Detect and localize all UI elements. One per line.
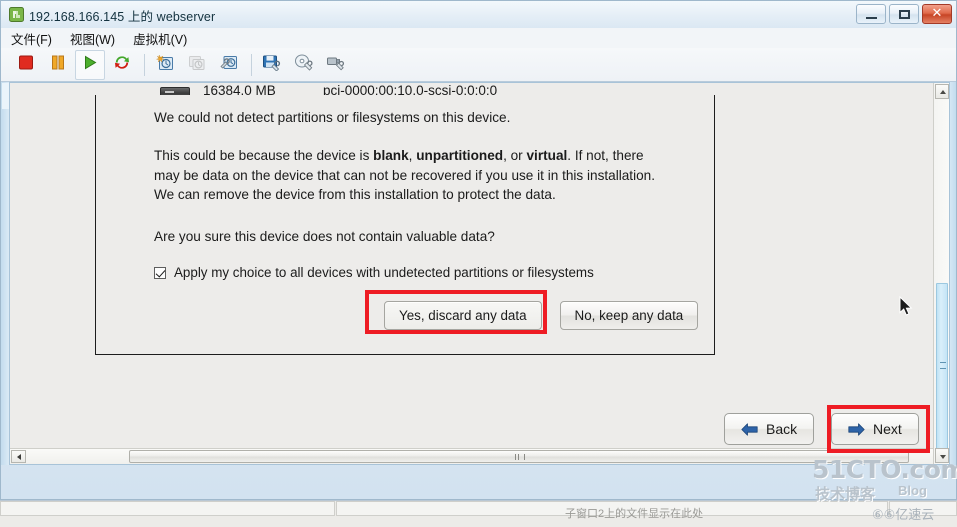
snapshot-manager-icon bbox=[220, 54, 238, 76]
suspend-button[interactable] bbox=[43, 50, 73, 80]
power-off-button[interactable] bbox=[11, 50, 41, 80]
power-on-button[interactable] bbox=[75, 49, 105, 80]
dialog-line-2-part-4: , or bbox=[503, 148, 527, 163]
edit-vm-settings-icon bbox=[263, 54, 282, 76]
menu-view[interactable]: 视图(W) bbox=[70, 29, 115, 48]
menu-bar: 文件(F) 视图(W) 虚拟机(V) bbox=[1, 28, 956, 49]
maximize-button[interactable] bbox=[889, 4, 919, 24]
screenshot-root: 192.168.166.145 上的 webserver ✕ 文件(F) 视图(… bbox=[0, 0, 957, 527]
scroll-left-arrow-icon[interactable] bbox=[11, 450, 26, 463]
take-snapshot-icon bbox=[156, 54, 174, 76]
unknown-device-dialog: We could not detect partitions or filesy… bbox=[95, 95, 715, 355]
horizontal-scrollbar[interactable] bbox=[10, 448, 933, 464]
vmware-window-icon bbox=[9, 7, 24, 22]
toolbar-separator-1 bbox=[144, 53, 145, 76]
watermark-yisuyun: ⑥⑥亿速云 bbox=[872, 507, 935, 522]
vertical-scrollbar[interactable] bbox=[933, 83, 949, 464]
guest-content: 16384.0 MB pci-0000:00:10.0-scsi-0:0:0:0… bbox=[10, 83, 949, 464]
apply-to-all-checkbox[interactable] bbox=[154, 266, 166, 279]
window-left-edge bbox=[1, 82, 9, 465]
dialog-line-2: This could be because the device is blan… bbox=[154, 146, 659, 205]
next-button[interactable]: Next bbox=[831, 413, 919, 445]
close-icon: ✕ bbox=[931, 6, 943, 21]
snapshot-manager-button[interactable] bbox=[214, 50, 244, 80]
vertical-scrollbar-thumb[interactable] bbox=[936, 283, 948, 449]
dialog-line-2-part-0: This could be because the device is bbox=[154, 148, 374, 163]
bottom-strip bbox=[0, 500, 957, 527]
toolbar-separator-2 bbox=[251, 53, 252, 76]
cd-dvd-icon bbox=[295, 54, 314, 76]
power-off-icon bbox=[19, 55, 34, 75]
cd-dvd-button[interactable] bbox=[289, 50, 319, 80]
toolbar bbox=[1, 48, 956, 82]
taskbar-cell-left[interactable] bbox=[0, 501, 335, 516]
no-keep-any-data-button[interactable]: No, keep any data bbox=[559, 301, 699, 330]
revert-snapshot-icon bbox=[188, 54, 206, 76]
dialog-line-1: We could not detect partitions or filesy… bbox=[154, 110, 511, 125]
vmware-window: 192.168.166.145 上的 webserver ✕ 文件(F) 视图(… bbox=[0, 0, 957, 500]
dialog-keyword-unpartitioned: unpartitioned bbox=[416, 148, 504, 163]
menu-vm[interactable]: 虚拟机(V) bbox=[133, 29, 187, 48]
watermark-51cto: 51CTO.com bbox=[812, 455, 957, 484]
revert-snapshot-button[interactable] bbox=[182, 50, 212, 80]
back-button[interactable]: Back bbox=[724, 413, 815, 445]
take-snapshot-button[interactable] bbox=[150, 50, 180, 80]
guest-screen[interactable]: 16384.0 MB pci-0000:00:10.0-scsi-0:0:0:0… bbox=[9, 82, 950, 465]
title-bar: 192.168.166.145 上的 webserver ✕ bbox=[1, 1, 956, 29]
suspend-icon bbox=[51, 55, 66, 75]
reset-icon bbox=[114, 54, 131, 76]
arrow-right-icon bbox=[848, 422, 865, 436]
apply-to-all-checkbox-row[interactable]: Apply my choice to all devices with unde… bbox=[154, 265, 594, 280]
horizontal-scrollbar-thumb[interactable] bbox=[129, 450, 909, 463]
scroll-up-arrow-icon[interactable] bbox=[935, 84, 949, 99]
next-button-label: Next bbox=[873, 421, 902, 437]
caption-buttons: ✕ bbox=[856, 4, 952, 25]
watermark-blog-en: Blog bbox=[898, 483, 927, 498]
dialog-keyword-virtual: virtual bbox=[526, 148, 568, 163]
power-on-icon bbox=[83, 55, 98, 75]
menu-file[interactable]: 文件(F) bbox=[11, 29, 52, 48]
dialog-line-3: Are you sure this device does not contai… bbox=[154, 229, 495, 244]
close-button[interactable]: ✕ bbox=[922, 4, 952, 24]
back-button-label: Back bbox=[766, 421, 798, 437]
edit-vm-settings-button[interactable] bbox=[257, 50, 287, 80]
watermark-blog-cn: 技术博客 bbox=[815, 486, 876, 503]
dialog-button-row: Yes, discard any data No, keep any data bbox=[384, 301, 699, 330]
arrow-left-icon bbox=[741, 422, 758, 436]
guest-status-hint: 子窗口2上的文件显示在此处 bbox=[565, 508, 704, 520]
dialog-keyword-blank: blank bbox=[373, 148, 409, 163]
usb-device-icon bbox=[327, 54, 346, 76]
reset-button[interactable] bbox=[107, 50, 137, 80]
yes-discard-any-data-button[interactable]: Yes, discard any data bbox=[384, 301, 542, 330]
window-title: 192.168.166.145 上的 webserver bbox=[29, 10, 216, 24]
usb-device-button[interactable] bbox=[321, 50, 351, 80]
apply-to-all-label: Apply my choice to all devices with unde… bbox=[174, 265, 594, 280]
minimize-button[interactable] bbox=[856, 4, 886, 24]
